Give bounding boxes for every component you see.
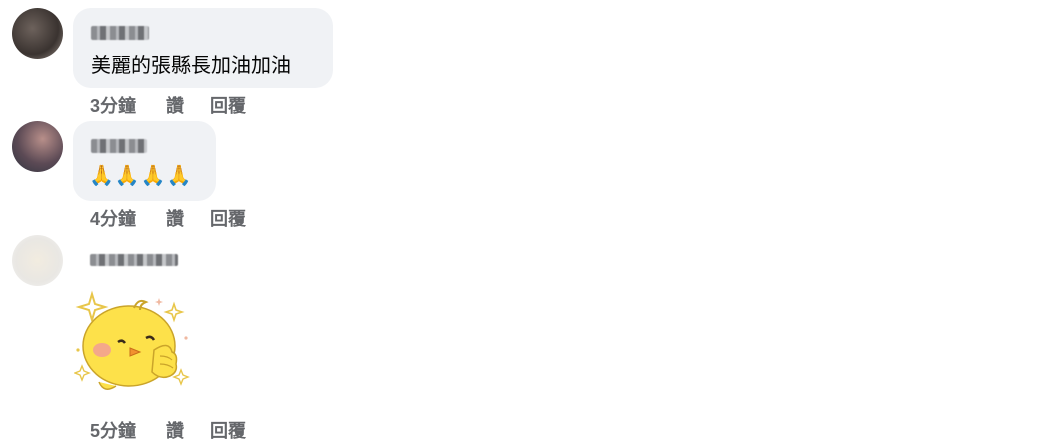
comment-timestamp[interactable]: 4分鐘 xyxy=(90,205,136,231)
comment-bubble: 🙏🙏🙏🙏 xyxy=(73,121,216,201)
commenter-name-blurred[interactable] xyxy=(91,139,147,153)
like-button[interactable]: 讚 xyxy=(166,92,184,118)
avatar[interactable] xyxy=(12,8,63,59)
comment-timestamp[interactable]: 5分鐘 xyxy=(90,417,136,443)
like-button[interactable]: 讚 xyxy=(166,417,184,443)
like-button[interactable]: 讚 xyxy=(166,205,184,231)
commenter-name-blurred[interactable] xyxy=(91,26,149,40)
sticker-image xyxy=(73,290,190,390)
reply-button[interactable]: 回覆 xyxy=(210,417,246,443)
avatar[interactable] xyxy=(12,235,63,286)
commenter-name-blurred[interactable] xyxy=(90,254,178,266)
reply-button[interactable]: 回覆 xyxy=(210,92,246,118)
chick-thumbs-up-sticker[interactable] xyxy=(73,290,194,400)
avatar[interactable] xyxy=(12,121,63,172)
comment-text: 美麗的張縣長加油加油 xyxy=(91,55,291,77)
comment-bubble: 美麗的張縣長加油加油 xyxy=(73,8,333,88)
comment-timestamp[interactable]: 3分鐘 xyxy=(90,92,136,118)
reply-button[interactable]: 回覆 xyxy=(210,205,246,231)
comment-text: 🙏🙏🙏🙏 xyxy=(89,165,193,187)
